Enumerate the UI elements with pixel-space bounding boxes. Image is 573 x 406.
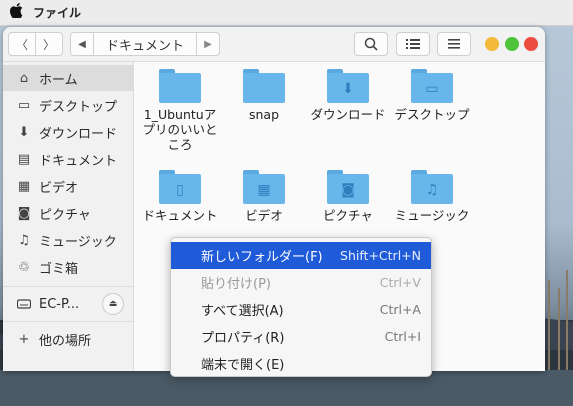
camera-icon: ◙ — [17, 205, 31, 221]
video-folder-icon: ▦ — [243, 170, 285, 204]
picture-folder-icon: ◙ — [327, 170, 369, 204]
sidebar-divider — [3, 286, 133, 287]
sidebar-item-label: ゴミ箱 — [39, 261, 79, 277]
sidebar-item-trash[interactable]: ♲ ゴミ箱 — [3, 254, 133, 280]
sidebar: ⌂ ホーム ▭ デスクトップ ⬇ ダウンロード ▤ ドキュメント ▦ ビデオ ◙… — [3, 62, 134, 371]
menu-item-properties[interactable]: プロパティ(R) Ctrl+I — [171, 323, 431, 350]
drive-icon — [17, 299, 31, 309]
download-folder-icon: ⬇ — [327, 69, 369, 103]
app-menu-name[interactable]: ファイル — [33, 4, 81, 21]
sidebar-item-label: ダウンロード — [39, 126, 118, 142]
sidebar-item-label: ピクチャ — [39, 207, 91, 223]
sidebar-item-label: EC-P... — [39, 296, 80, 312]
menu-item-select-all[interactable]: すべて選択(A) Ctrl+A — [171, 296, 431, 323]
search-button[interactable] — [354, 32, 388, 56]
sidebar-item-home[interactable]: ⌂ ホーム — [3, 65, 133, 91]
folder-item[interactable]: ▯ ドキュメント — [138, 170, 222, 223]
chevron-left-icon: 〈 — [15, 37, 28, 52]
folder-label: ピクチャ — [323, 208, 373, 223]
folder-label: 1_Ubuntuアプリのいいところ — [142, 107, 218, 152]
forward-button[interactable]: 〉 — [35, 32, 63, 56]
eject-icon: ⏏ — [108, 299, 118, 309]
download-icon: ⬇ — [18, 124, 30, 140]
sidebar-item-other-places[interactable]: + 他の場所 — [3, 326, 133, 352]
folder-label: ビデオ — [245, 208, 283, 223]
eject-button[interactable]: ⏏ — [102, 293, 124, 315]
folder-icon — [243, 69, 285, 103]
window-headerbar: 〈 〉 ◀ ドキュメント ▶ — [3, 27, 545, 62]
view-toggle-button[interactable] — [396, 32, 430, 56]
plus-icon: + — [18, 331, 30, 347]
video-icon: ▦ — [17, 178, 31, 194]
sidebar-item-label: デスクトップ — [39, 99, 118, 115]
folder-item[interactable]: ◙ ピクチャ — [306, 170, 390, 223]
sidebar-item-documents[interactable]: ▤ ドキュメント — [3, 146, 133, 172]
list-view-icon — [406, 39, 420, 49]
home-icon: ⌂ — [19, 70, 29, 86]
breadcrumb-current[interactable]: ドキュメント — [93, 32, 197, 56]
sidebar-item-videos[interactable]: ▦ ビデオ — [3, 173, 133, 199]
chevron-right-icon: 〉 — [42, 37, 55, 52]
desktop-icon: ▭ — [17, 97, 31, 113]
menu-item-shortcut: Ctrl+V — [379, 275, 421, 290]
breadcrumb-label: ドキュメント — [105, 38, 184, 54]
triangle-left-icon: ◀ — [78, 38, 86, 50]
folder-item[interactable]: ♫ ミュージック — [390, 170, 474, 223]
trash-icon: ♲ — [18, 259, 30, 275]
sidebar-item-pictures[interactable]: ◙ ピクチャ — [3, 200, 133, 226]
menu-item-label: 新しいフォルダー(F) — [201, 250, 323, 265]
path-scroll-left-button[interactable]: ◀ — [70, 32, 94, 56]
document-folder-icon: ▯ — [159, 170, 201, 204]
maximize-button[interactable] — [505, 37, 519, 51]
sidebar-item-downloads[interactable]: ⬇ ダウンロード — [3, 119, 133, 145]
menu-item-label: 貼り付け(P) — [201, 277, 271, 292]
menu-item-new-folder[interactable]: 新しいフォルダー(F) Shift+Ctrl+N — [171, 242, 431, 269]
menu-item-shortcut: Shift+Ctrl+N — [340, 248, 421, 263]
folder-label: デスクトップ — [394, 107, 470, 122]
folder-item[interactable]: 1_Ubuntuアプリのいいところ — [138, 69, 222, 152]
sidebar-item-label: ミュージック — [39, 234, 117, 250]
close-button[interactable] — [524, 37, 538, 51]
menu-item-label: プロパティ(R) — [201, 331, 285, 346]
context-menu: 新しいフォルダー(F) Shift+Ctrl+N 貼り付け(P) Ctrl+V … — [170, 237, 432, 377]
menu-item-paste[interactable]: 貼り付け(P) Ctrl+V — [171, 269, 431, 296]
sidebar-item-label: ホーム — [39, 72, 78, 88]
hamburger-icon — [448, 39, 460, 49]
minimize-button[interactable] — [485, 37, 499, 51]
path-scroll-right-button[interactable]: ▶ — [196, 32, 220, 56]
folder-item[interactable]: snap — [222, 69, 306, 122]
sidebar-item-music[interactable]: ♫ ミュージック — [3, 227, 133, 253]
menu-item-shortcut: Ctrl+A — [379, 302, 421, 317]
folder-label: ミュージック — [394, 208, 470, 223]
sidebar-divider — [3, 321, 133, 322]
top-menubar: ファイル — [0, 0, 573, 26]
hamburger-menu-button[interactable] — [437, 32, 471, 56]
menu-item-label: すべて選択(A) — [201, 304, 284, 319]
desktop-folder-icon: ▭ — [411, 69, 453, 103]
back-button[interactable]: 〈 — [8, 32, 36, 56]
music-note-icon: ♫ — [18, 232, 30, 248]
sidebar-item-label: 他の場所 — [39, 333, 92, 349]
search-icon — [364, 37, 378, 51]
apple-icon[interactable] — [9, 3, 23, 22]
sidebar-item-desktop[interactable]: ▭ デスクトップ — [3, 92, 133, 118]
menu-item-shortcut: Ctrl+I — [384, 329, 421, 344]
music-folder-icon: ♫ — [411, 170, 453, 204]
document-icon: ▤ — [17, 151, 31, 167]
triangle-right-icon: ▶ — [204, 38, 212, 50]
folder-icon — [159, 69, 201, 103]
menu-item-open-terminal[interactable]: 端末で開く(E) — [171, 350, 431, 377]
folder-label: ダウンロード — [310, 107, 386, 122]
folder-item[interactable]: ▭ デスクトップ — [390, 69, 474, 122]
folder-label: snap — [248, 107, 280, 122]
sidebar-item-label: ドキュメント — [39, 153, 118, 169]
folder-item[interactable]: ▦ ビデオ — [222, 170, 306, 223]
sidebar-item-label: ビデオ — [39, 180, 79, 196]
menu-item-label: 端末で開く(E) — [201, 358, 285, 373]
folder-item[interactable]: ⬇ ダウンロード — [306, 69, 390, 122]
folder-label: ドキュメント — [142, 208, 218, 223]
